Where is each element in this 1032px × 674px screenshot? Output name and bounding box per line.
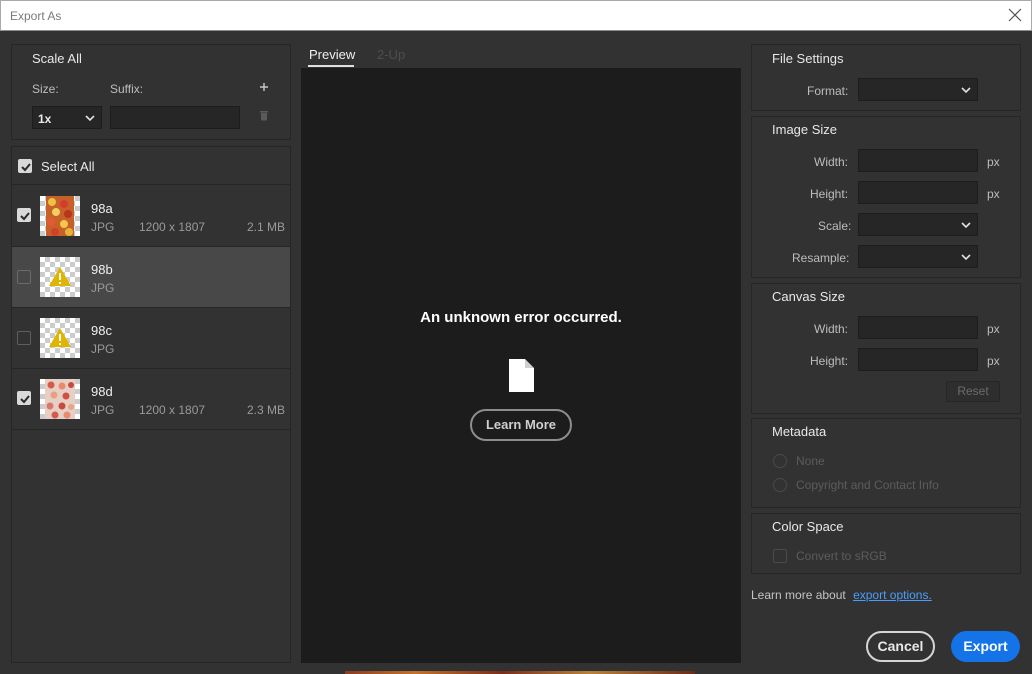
chevron-down-icon [961, 222, 971, 229]
checkmark-icon [20, 212, 30, 221]
asset-thumbnail [40, 318, 80, 358]
metadata-option-none: None [796, 454, 825, 468]
metadata-radio-copyright[interactable] [773, 478, 787, 492]
learn-more-button[interactable]: Learn More [470, 409, 572, 441]
image-height-input[interactable] [858, 181, 978, 204]
asset-file-size: 2.3 MB [246, 403, 285, 417]
metadata-radio-none[interactable] [773, 454, 787, 468]
file-settings-heading: File Settings [772, 51, 844, 66]
close-icon[interactable] [1007, 7, 1023, 23]
select-all-checkbox[interactable] [18, 159, 32, 173]
asset-file-size: 2.1 MB [246, 220, 285, 234]
title-bar: Export As [0, 0, 1032, 31]
warning-icon [49, 328, 71, 347]
asset-name: 98d [91, 384, 113, 399]
asset-checkbox[interactable] [17, 208, 31, 222]
image-height-label: Height: [810, 187, 849, 201]
document-icon [509, 359, 534, 392]
tab-preview-underline [308, 65, 354, 67]
color-space-heading: Color Space [772, 519, 844, 534]
image-size-heading: Image Size [772, 122, 838, 137]
scale-label: Scale: [818, 219, 852, 233]
asset-name: 98b [91, 262, 113, 277]
canvas-height-unit: px [987, 354, 1000, 368]
asset-row[interactable]: 98b JPG [12, 247, 290, 308]
error-message: An unknown error occurred. [420, 309, 622, 326]
asset-name: 98c [91, 323, 112, 338]
learn-more-text: Learn more about [751, 588, 846, 602]
tab-preview[interactable]: Preview [309, 47, 355, 62]
metadata-heading: Metadata [772, 424, 827, 439]
color-space-panel: Color Space Convert to sRGB [751, 513, 1021, 574]
size-select[interactable]: 1x [32, 106, 102, 129]
asset-row[interactable]: 98d JPG 1200 x 1807 2.3 MB [12, 369, 290, 430]
window-title: Export As [10, 9, 62, 23]
file-settings-panel: File Settings Format: [751, 44, 1021, 111]
asset-checkbox[interactable] [17, 270, 31, 284]
preview-area: An unknown error occurred. Learn More [301, 68, 741, 663]
image-size-panel: Image Size Width: px Height: px Scale: R… [751, 116, 1021, 278]
select-all-row[interactable]: Select All [12, 148, 290, 185]
convert-srgb-label: Convert to sRGB [796, 549, 887, 563]
cancel-button[interactable]: Cancel [866, 631, 935, 662]
asset-thumbnail [40, 379, 80, 419]
trash-icon[interactable] [259, 110, 269, 121]
asset-dimensions: 1200 x 1807 [139, 403, 206, 417]
image-width-unit: px [987, 155, 1000, 169]
size-label: Size: [32, 82, 59, 96]
asset-type: JPG [91, 220, 115, 234]
canvas-size-heading: Canvas Size [772, 289, 845, 304]
canvas-height-input[interactable] [858, 348, 978, 371]
image-width-label: Width: [814, 155, 849, 169]
canvas-height-label: Height: [810, 354, 849, 368]
asset-thumbnail [40, 257, 80, 297]
tab-2-up[interactable]: 2-Up [377, 47, 405, 62]
asset-checkbox[interactable] [17, 391, 31, 405]
chevron-down-icon [961, 87, 971, 94]
metadata-panel: Metadata None Copyright and Contact Info [751, 418, 1021, 508]
resample-select[interactable] [858, 245, 978, 268]
warning-icon [49, 267, 71, 286]
asset-checkbox[interactable] [17, 331, 31, 345]
asset-type: JPG [91, 342, 115, 356]
scale-all-heading: Scale All [32, 51, 82, 66]
select-all-label: Select All [41, 159, 95, 174]
reset-button-label: Reset [957, 384, 989, 398]
asset-type: JPG [91, 403, 115, 417]
scale-select[interactable] [858, 213, 978, 236]
format-label: Format: [807, 84, 849, 98]
image-height-unit: px [987, 187, 1000, 201]
metadata-option-copyright: Copyright and Contact Info [796, 478, 939, 492]
size-select-value: 1x [38, 112, 52, 126]
learn-more-footer: Learn more about export options. [751, 588, 932, 602]
plus-icon[interactable] [259, 82, 269, 92]
asset-dimensions: 1200 x 1807 [139, 220, 206, 234]
asset-type: JPG [91, 281, 115, 295]
suffix-label: Suffix: [110, 82, 144, 96]
checkmark-icon [21, 163, 31, 172]
chevron-down-icon [961, 254, 971, 261]
scale-all-panel: Scale All Size: Suffix: 1x [11, 44, 291, 140]
canvas-width-unit: px [987, 322, 1000, 336]
export-button[interactable]: Export [951, 631, 1020, 662]
convert-srgb-checkbox[interactable] [773, 549, 787, 563]
asset-row[interactable]: 98a JPG 1200 x 1807 2.1 MB [12, 186, 290, 247]
canvas-width-label: Width: [814, 322, 849, 336]
image-width-input[interactable] [858, 149, 978, 172]
export-options-link[interactable]: export options. [853, 588, 932, 602]
format-select[interactable] [858, 78, 978, 101]
reset-button[interactable]: Reset [946, 381, 1000, 402]
asset-thumbnail [40, 196, 80, 236]
asset-name: 98a [91, 201, 113, 216]
canvas-size-panel: Canvas Size Width: px Height: px Reset [751, 283, 1021, 414]
canvas-width-input[interactable] [858, 316, 978, 339]
chevron-down-icon [85, 115, 95, 122]
suffix-input[interactable] [110, 106, 240, 129]
checkmark-icon [20, 395, 30, 404]
resample-label: Resample: [792, 251, 850, 265]
asset-row[interactable]: 98c JPG [12, 308, 290, 369]
